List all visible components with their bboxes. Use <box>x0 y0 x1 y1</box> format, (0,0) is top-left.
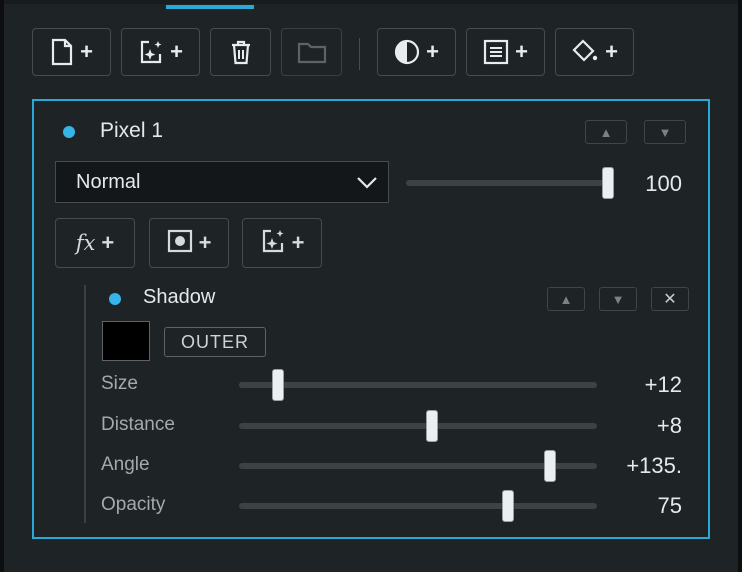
add-effect-button[interactable]: fx + <box>55 218 135 268</box>
size-label: Size <box>101 373 138 394</box>
effect-color-dot <box>109 293 121 305</box>
tab-strip <box>4 0 738 4</box>
plus-icon: + <box>605 39 618 64</box>
effect-move-down-button[interactable]: ▼ <box>599 287 637 311</box>
plus-icon: + <box>291 230 305 255</box>
layer-move-down-button[interactable]: ▼ <box>644 120 686 144</box>
add-filter-button[interactable]: + <box>242 218 322 268</box>
effect-tree-line <box>84 285 86 523</box>
distance-value[interactable]: +8 <box>602 413 682 439</box>
plus-icon: + <box>515 39 528 64</box>
group-folder-button[interactable] <box>281 28 342 76</box>
fill-button[interactable]: + <box>555 28 634 76</box>
effect-move-up-button[interactable]: ▲ <box>547 287 585 311</box>
layer-move-up-button[interactable]: ▲ <box>585 120 627 144</box>
add-mask-button[interactable]: + <box>149 218 229 268</box>
paint-bucket-icon <box>571 39 599 65</box>
blend-mode-select[interactable]: Normal <box>55 161 389 203</box>
contrast-adjustment-button[interactable]: + <box>377 28 456 76</box>
angle-slider[interactable] <box>239 450 597 482</box>
layer-opacity-value[interactable]: 100 <box>624 171 682 197</box>
plus-icon: + <box>80 39 93 64</box>
shadow-color-swatch[interactable] <box>102 321 150 361</box>
layer-color-dot <box>63 126 75 138</box>
trash-icon <box>229 39 253 65</box>
active-tab-indicator <box>166 5 254 9</box>
add-content-button[interactable]: + <box>466 28 545 76</box>
size-value[interactable]: +12 <box>602 372 682 398</box>
fx-icon: fx <box>75 231 96 255</box>
angle-label: Angle <box>101 454 150 475</box>
chevron-down-icon <box>356 172 378 198</box>
folder-icon <box>297 40 327 64</box>
shadow-mode-button[interactable]: OUTER <box>164 327 266 357</box>
half-circle-icon <box>394 39 420 65</box>
distance-slider[interactable] <box>239 410 597 442</box>
slider-thumb[interactable] <box>544 450 556 482</box>
sparkle-frame-icon <box>260 228 286 259</box>
slider-thumb[interactable] <box>602 167 614 199</box>
mask-icon <box>167 229 193 258</box>
plus-icon: + <box>198 230 212 255</box>
slider-thumb[interactable] <box>426 410 438 442</box>
sparkle-frame-icon <box>138 39 164 65</box>
plus-icon: + <box>101 230 115 255</box>
effect-close-button[interactable]: ✕ <box>651 287 689 311</box>
layer-panel[interactable]: Pixel 1 ▲ ▼ Normal 100 fx + + + Shadow ▲… <box>32 99 710 539</box>
text-frame-icon <box>483 39 509 65</box>
opacity-slider[interactable] <box>239 490 597 522</box>
size-slider[interactable] <box>239 369 597 401</box>
layer-opacity-slider[interactable] <box>406 167 614 199</box>
slider-thumb[interactable] <box>272 369 284 401</box>
window-frame-left <box>0 0 4 572</box>
slider-thumb[interactable] <box>502 490 514 522</box>
new-layer-button[interactable]: + <box>32 28 111 76</box>
blend-mode-value: Normal <box>76 170 141 193</box>
angle-value[interactable]: +135. <box>602 453 682 479</box>
layer-name[interactable]: Pixel 1 <box>100 119 163 143</box>
delete-button[interactable] <box>210 28 271 76</box>
effect-name: Shadow <box>143 286 216 308</box>
window-frame-right <box>738 0 742 572</box>
plus-icon: + <box>426 39 439 64</box>
distance-label: Distance <box>101 414 175 435</box>
opacity-value[interactable]: 75 <box>602 493 682 519</box>
new-adjustment-button[interactable]: + <box>121 28 200 76</box>
toolbar-separator <box>359 38 360 70</box>
new-file-icon <box>50 38 74 66</box>
plus-icon: + <box>170 39 183 64</box>
opacity-label: Opacity <box>101 494 166 515</box>
